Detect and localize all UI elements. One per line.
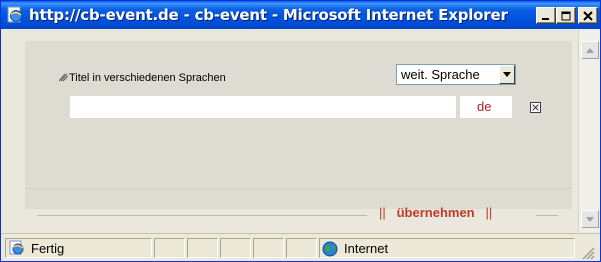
close-button[interactable] bbox=[578, 7, 598, 24]
arrow-up-icon bbox=[586, 47, 594, 53]
ie-page-icon bbox=[9, 240, 24, 255]
language-select[interactable]: weit. Sprache bbox=[396, 64, 516, 85]
apply-label[interactable]: übernehmen bbox=[397, 205, 475, 220]
status-cell bbox=[220, 238, 251, 258]
ie-page-icon bbox=[7, 6, 22, 23]
title-bar[interactable]: http://cb-event.de - cb-event - Microsof… bbox=[1, 1, 600, 29]
status-cell bbox=[286, 238, 317, 258]
zone-text: Internet bbox=[344, 241, 389, 256]
checkbox-x-icon[interactable] bbox=[530, 102, 541, 113]
separator-left: || bbox=[379, 205, 386, 220]
maximize-icon bbox=[561, 11, 571, 20]
field-label: Titel in verschiedenen Sprachen bbox=[59, 72, 226, 84]
browser-window: http://cb-event.de - cb-event - Microsof… bbox=[0, 0, 601, 262]
dotted-divider bbox=[25, 188, 572, 189]
pencil-icon bbox=[59, 73, 68, 82]
status-cell bbox=[253, 238, 284, 258]
vertical-scrollbar[interactable] bbox=[578, 29, 600, 232]
footer-line-right bbox=[536, 215, 558, 216]
status-cell bbox=[187, 238, 218, 258]
minimize-icon bbox=[542, 17, 549, 20]
separator-right: || bbox=[485, 205, 493, 220]
page-content bbox=[5, 29, 577, 232]
arrow-down-icon bbox=[586, 216, 594, 222]
field-label-text: Titel in verschiedenen Sprachen bbox=[69, 72, 226, 84]
status-text: Fertig bbox=[31, 241, 65, 256]
language-select-value: weit. Sprache bbox=[401, 67, 480, 82]
status-main-cell bbox=[5, 238, 152, 258]
title-input[interactable] bbox=[70, 96, 456, 118]
maximize-button[interactable] bbox=[556, 7, 576, 24]
resize-grip-icon[interactable] bbox=[579, 244, 595, 260]
scroll-up-button[interactable] bbox=[581, 41, 599, 59]
apply-link[interactable]: || übernehmen || bbox=[379, 205, 492, 220]
chevron-down-icon bbox=[503, 72, 511, 77]
language-select-dropdown-button[interactable] bbox=[499, 65, 515, 84]
scroll-down-button[interactable] bbox=[581, 210, 599, 228]
status-cell bbox=[154, 238, 185, 258]
close-icon bbox=[583, 10, 593, 21]
window-title: http://cb-event.de - cb-event - Microsof… bbox=[29, 6, 508, 24]
globe-icon bbox=[322, 241, 338, 257]
language-code: de bbox=[477, 99, 492, 114]
footer-line-left bbox=[37, 215, 367, 216]
minimize-button[interactable] bbox=[536, 7, 556, 24]
status-bar: Fertig Internet bbox=[1, 233, 600, 261]
